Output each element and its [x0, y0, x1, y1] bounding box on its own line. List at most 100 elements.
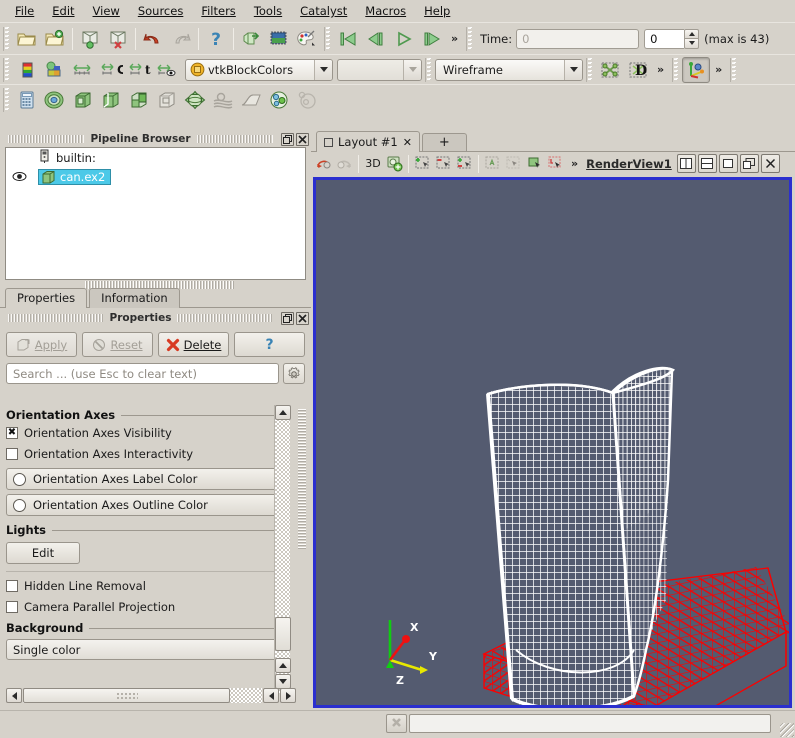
- camera-toolbar-grip[interactable]: [672, 57, 680, 82]
- view-name-label[interactable]: RenderView1: [583, 157, 675, 171]
- menu-filters[interactable]: Filters: [192, 1, 244, 21]
- camera-overflow-button[interactable]: »: [710, 63, 727, 76]
- render-view-canvas[interactable]: X Y Z: [316, 180, 789, 705]
- time-index-down[interactable]: [684, 38, 700, 49]
- background-mode-combo[interactable]: Single color: [6, 639, 284, 660]
- hscroll-right-button[interactable]: [280, 688, 296, 703]
- menu-tools[interactable]: Tools: [245, 1, 291, 21]
- row-orientation-axes-visibility[interactable]: Orientation Axes Visibility: [6, 422, 284, 443]
- pipeline-item-can[interactable]: can.ex2: [6, 167, 305, 186]
- pipeline-item-builtin[interactable]: builtin:: [6, 148, 305, 167]
- menu-file[interactable]: File: [6, 1, 43, 21]
- view-toolbar-overflow-button[interactable]: »: [566, 157, 583, 170]
- properties-help-button[interactable]: ?: [234, 332, 305, 357]
- group-datasets-button[interactable]: [265, 87, 293, 113]
- camera-parallel-projection-checkbox[interactable]: [6, 600, 18, 613]
- delete-button[interactable]: Delete: [158, 332, 229, 357]
- tab-information[interactable]: Information: [89, 288, 180, 308]
- split-vertical-button[interactable]: [697, 154, 717, 173]
- chevron-down-icon[interactable]: [564, 59, 582, 80]
- row-hidden-line-removal[interactable]: Hidden Line Removal: [6, 575, 284, 596]
- center-axes-toggle-button[interactable]: [682, 56, 711, 83]
- repr-toolbar-grip[interactable]: [3, 57, 10, 82]
- select-cells-through-button[interactable]: [454, 153, 475, 174]
- color-palette-button[interactable]: [293, 26, 321, 52]
- rescale-data-range-button[interactable]: [41, 57, 69, 83]
- load-state-button[interactable]: [104, 26, 132, 52]
- first-frame-button[interactable]: [334, 26, 362, 52]
- undock-view-button[interactable]: [739, 154, 759, 173]
- extract-subset-button[interactable]: [153, 87, 181, 113]
- threshold-button[interactable]: [125, 87, 153, 113]
- pipeline-undock-button[interactable]: [281, 132, 294, 146]
- redo-button[interactable]: [167, 26, 195, 52]
- orientation-axes-label-color-button[interactable]: Orientation Axes Label Color: [6, 468, 284, 490]
- properties-vscrollbar[interactable]: [274, 405, 291, 693]
- extract-level-button[interactable]: [293, 87, 321, 113]
- filters-toolbar-grip[interactable]: [3, 87, 10, 112]
- pipeline-item-label-selected[interactable]: can.ex2: [38, 168, 112, 185]
- repr-overflow-button[interactable]: »: [652, 63, 669, 76]
- visibility-eye-icon[interactable]: [10, 171, 28, 182]
- connect-server-button[interactable]: [237, 26, 265, 52]
- tab-layout-1[interactable]: Layout #1 ✕: [316, 131, 420, 153]
- interaction-mode-3d-button[interactable]: 3D: [362, 153, 384, 174]
- hover-cells-button[interactable]: [503, 153, 524, 174]
- scroll-down-button-upper[interactable]: [275, 658, 291, 673]
- glyph-button[interactable]: [181, 87, 209, 113]
- resize-grip-icon[interactable]: [780, 723, 794, 737]
- save-state-button[interactable]: [76, 26, 104, 52]
- time-index-field[interactable]: 0: [644, 28, 685, 49]
- hscroll-track[interactable]: [23, 688, 262, 703]
- orientation-axes-outline-color-button[interactable]: Orientation Axes Outline Color: [6, 494, 284, 516]
- menu-macros[interactable]: Macros: [356, 1, 415, 21]
- toolbar-grip[interactable]: [3, 26, 10, 51]
- chevron-down-icon[interactable]: [403, 59, 421, 80]
- cancel-button[interactable]: [386, 714, 407, 733]
- play-button[interactable]: [390, 26, 418, 52]
- time-value-field[interactable]: 0: [516, 28, 640, 49]
- camera-undo-button[interactable]: [313, 153, 334, 174]
- menu-edit[interactable]: Edit: [43, 1, 83, 21]
- axes-toolbar-grip[interactable]: [586, 57, 593, 82]
- close-view-button[interactable]: [760, 154, 780, 173]
- clip-button[interactable]: [69, 87, 97, 113]
- time-index-stepper[interactable]: [684, 28, 700, 49]
- lights-edit-button[interactable]: Edit: [6, 542, 80, 564]
- add-layout-button[interactable]: +: [421, 133, 467, 152]
- hscroll-left-button-2[interactable]: [263, 688, 279, 703]
- orientation-axes-interactivity-checkbox[interactable]: [6, 447, 18, 460]
- search-input[interactable]: Search ... (use Esc to clear text): [6, 363, 279, 384]
- scroll-thumb[interactable]: [275, 617, 291, 651]
- menu-view[interactable]: View: [84, 1, 129, 21]
- rescale-visible-range-button[interactable]: t: [125, 57, 153, 83]
- representation-grip[interactable]: [425, 57, 432, 82]
- orientation-axes-visibility-checkbox[interactable]: [6, 426, 18, 439]
- rescale-custom-range-button[interactable]: [69, 57, 97, 83]
- reset-button[interactable]: Reset: [82, 332, 153, 357]
- panel-vertical-grip[interactable]: [298, 409, 306, 549]
- row-camera-parallel-projection[interactable]: Camera Parallel Projection: [6, 596, 284, 617]
- pipeline-close-button[interactable]: [296, 132, 309, 146]
- toggle-scalar-bar-button[interactable]: [153, 57, 181, 83]
- row-orientation-axes-interactivity[interactable]: Orientation Axes Interactivity: [6, 443, 284, 464]
- hover-cells-data-button[interactable]: [545, 153, 566, 174]
- vcr-overflow-button[interactable]: »: [446, 32, 463, 45]
- open-file-button[interactable]: [13, 26, 41, 52]
- next-frame-button[interactable]: [418, 26, 446, 52]
- data-axes-button[interactable]: D: [624, 57, 652, 83]
- properties-hscrollbar[interactable]: [6, 687, 296, 704]
- select-block-button[interactable]: [482, 153, 503, 174]
- stream-tracer-button[interactable]: [209, 87, 237, 113]
- select-cells-on-button[interactable]: [412, 153, 433, 174]
- hscroll-left-button[interactable]: [6, 688, 22, 703]
- time-toolbar-grip[interactable]: [466, 26, 474, 51]
- color-component-combo[interactable]: [337, 58, 422, 81]
- contour-button[interactable]: [41, 87, 69, 113]
- open-recent-button[interactable]: [41, 26, 69, 52]
- hover-points-button[interactable]: [524, 153, 545, 174]
- color-by-combo[interactable]: vtkBlockColors: [185, 58, 333, 81]
- previous-frame-button[interactable]: [362, 26, 390, 52]
- chevron-down-icon[interactable]: [314, 59, 332, 80]
- tab-properties[interactable]: Properties: [5, 288, 88, 309]
